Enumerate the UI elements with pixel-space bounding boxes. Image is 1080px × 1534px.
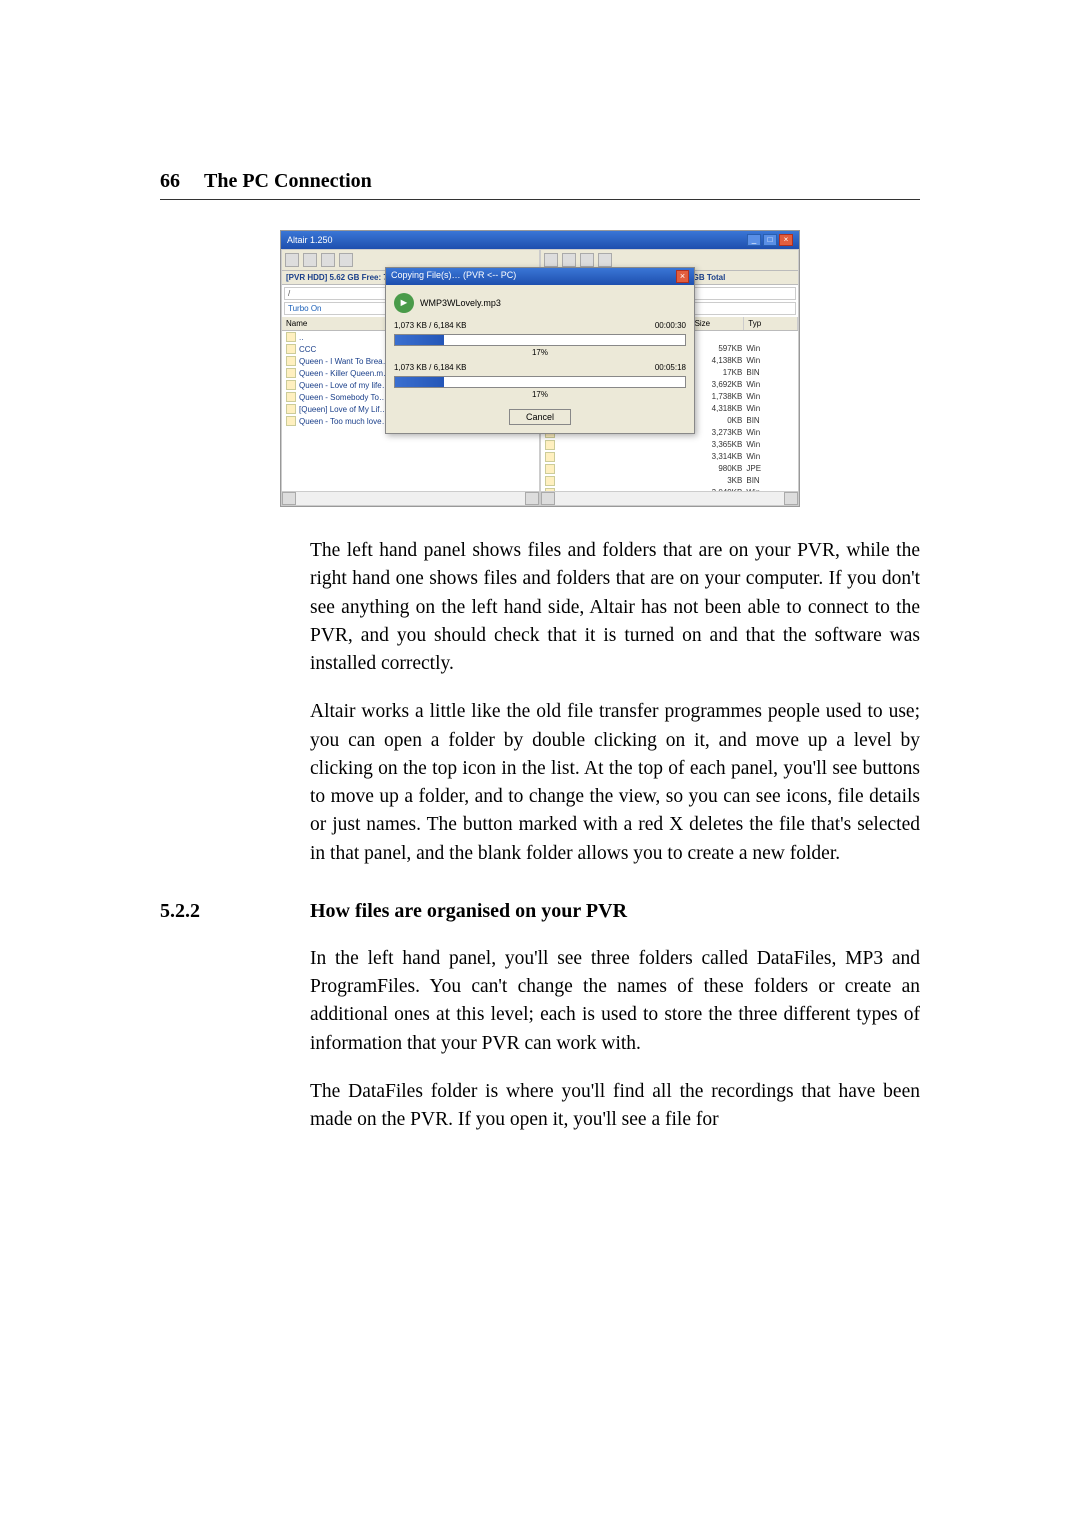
file-icon [286, 356, 296, 366]
folder-icon [286, 332, 296, 342]
section-number: 5.2.2 [160, 900, 310, 923]
progress-label-2: 1,073 KB / 6,184 KB [394, 363, 649, 372]
up-folder-icon[interactable] [285, 253, 299, 267]
file-icon [286, 392, 296, 402]
copy-dialog: Copying File(s)… (PVR <-- PC) × ► WMP3WL… [385, 267, 695, 434]
close-button[interactable]: × [779, 234, 793, 246]
list-item[interactable]: 3,049KBWin [541, 487, 798, 491]
progress-time-1: 00:00:30 [655, 321, 686, 330]
window-controls: _ □ × [747, 234, 793, 246]
chapter-title: The PC Connection [204, 170, 372, 193]
section-title: How files are organised on your PVR [310, 900, 627, 923]
col-size[interactable]: Size [691, 317, 745, 330]
view-icon[interactable] [562, 253, 576, 267]
progress-pct-1: 17% [394, 348, 686, 357]
file-icon [545, 452, 555, 462]
progress-bar-2 [394, 376, 686, 388]
transfer-icon: ► [394, 293, 414, 313]
section-heading: 5.2.2 How files are organised on your PV… [160, 900, 920, 923]
maximize-button[interactable]: □ [763, 234, 777, 246]
right-scrollbar[interactable] [541, 491, 798, 505]
copy-close-button[interactable]: × [676, 270, 689, 283]
folder-icon [286, 344, 296, 354]
view-icon[interactable] [303, 253, 317, 267]
paragraph-1: The left hand panel shows files and fold… [310, 537, 920, 678]
list-item[interactable]: 3KBBIN [541, 475, 798, 487]
scroll-track[interactable] [555, 492, 784, 505]
file-icon [286, 380, 296, 390]
altair-screenshot: Altair 1.250 _ □ × [PVR HDD] 5.62 G [280, 230, 800, 507]
file-icon [286, 404, 296, 414]
delete-icon[interactable] [321, 253, 335, 267]
minimize-button[interactable]: _ [747, 234, 761, 246]
list-item[interactable]: 980KBJPE [541, 463, 798, 475]
copy-titlebar: Copying File(s)… (PVR <-- PC) × [386, 268, 694, 285]
scroll-right-icon[interactable] [784, 492, 798, 505]
scroll-left-icon[interactable] [541, 492, 555, 505]
file-icon [545, 476, 555, 486]
file-icon [545, 464, 555, 474]
up-folder-icon[interactable] [544, 253, 558, 267]
file-icon [545, 488, 555, 491]
scroll-left-icon[interactable] [282, 492, 296, 505]
page-number: 66 [160, 170, 180, 193]
list-item[interactable]: 3,365KBWin [541, 439, 798, 451]
paragraph-3: In the left hand panel, you'll see three… [310, 945, 920, 1058]
delete-icon[interactable] [580, 253, 594, 267]
paragraph-4: The DataFiles folder is where you'll fin… [310, 1078, 920, 1135]
progress-pct-2: 17% [394, 390, 686, 399]
paragraph-2: Altair works a little like the old file … [310, 698, 920, 868]
progress-bar-1 [394, 334, 686, 346]
window-titlebar: Altair 1.250 _ □ × [281, 231, 799, 249]
left-scrollbar[interactable] [282, 491, 539, 505]
copy-title-text: Copying File(s)… (PVR <-- PC) [391, 270, 516, 283]
new-folder-icon[interactable] [598, 253, 612, 267]
progress-label-1: 1,073 KB / 6,184 KB [394, 321, 649, 330]
scroll-track[interactable] [296, 492, 525, 505]
progress-time-2: 00:05:18 [655, 363, 686, 372]
new-folder-icon[interactable] [339, 253, 353, 267]
cancel-button[interactable]: Cancel [509, 409, 571, 425]
copy-filename: WMP3WLovely.mp3 [420, 298, 501, 308]
file-icon [286, 368, 296, 378]
page-header: 66 The PC Connection [160, 170, 920, 200]
file-icon [286, 416, 296, 426]
col-type[interactable]: Typ [744, 317, 798, 330]
file-icon [545, 440, 555, 450]
window-title: Altair 1.250 [287, 235, 333, 245]
list-item[interactable]: 3,314KBWin [541, 451, 798, 463]
scroll-right-icon[interactable] [525, 492, 539, 505]
